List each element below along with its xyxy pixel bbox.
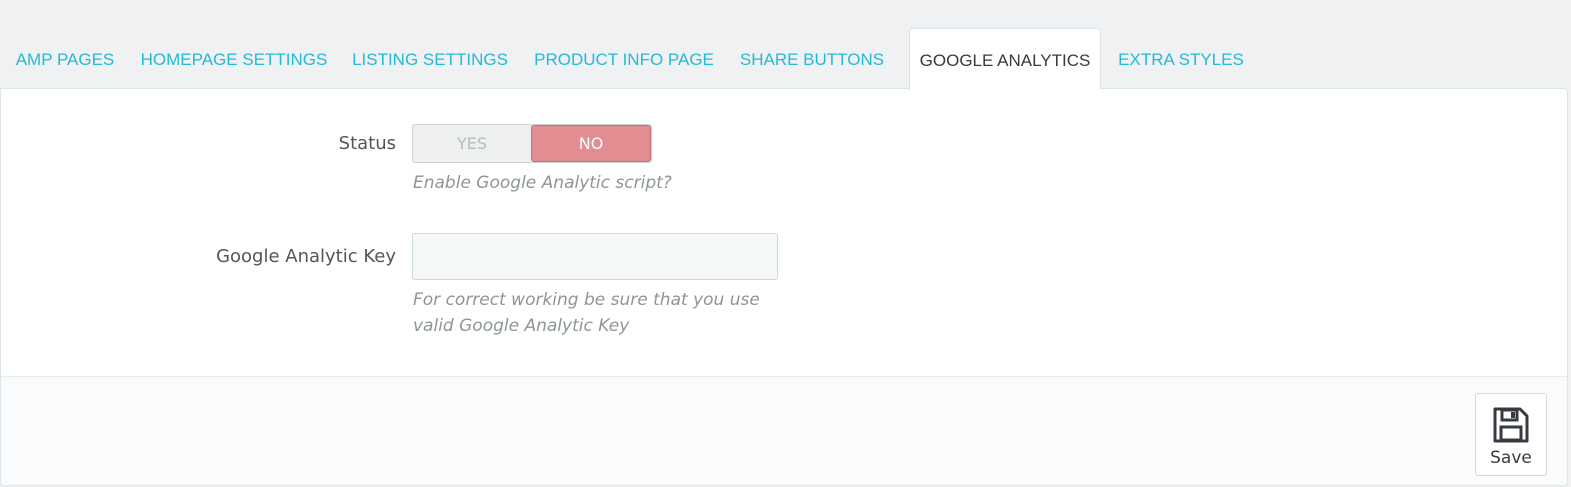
analytic-key-help-text: For correct working be sure that you use… xyxy=(413,290,760,336)
tab-share-buttons[interactable]: SHARE BUTTONS xyxy=(726,28,898,89)
panel-footer: Save xyxy=(1,376,1567,485)
tab-product-info-page[interactable]: PRODUCT INFO PAGE xyxy=(522,28,726,89)
tab-bar: AMP PAGES HOMEPAGE SETTINGS LISTING SETT… xyxy=(0,28,1571,90)
tab-listing-settings[interactable]: LISTING SETTINGS xyxy=(338,28,522,89)
save-button[interactable]: Save xyxy=(1475,393,1547,476)
analytic-key-input[interactable] xyxy=(412,233,778,280)
tab-homepage-settings[interactable]: HOMEPAGE SETTINGS xyxy=(130,28,338,89)
module-config-page: AMP PAGES HOMEPAGE SETTINGS LISTING SETT… xyxy=(0,0,1571,487)
tab-amp-pages[interactable]: AMP PAGES xyxy=(0,28,130,89)
settings-panel: Status YES NO Enable Google Analytic scr… xyxy=(0,88,1568,486)
analytic-key-label: Google Analytic Key xyxy=(216,246,396,267)
status-help-text: Enable Google Analytic script? xyxy=(413,173,672,193)
status-switch[interactable]: YES NO xyxy=(412,124,652,163)
tab-extra-styles[interactable]: EXTRA STYLES xyxy=(1101,28,1261,89)
floppy-disk-icon xyxy=(1493,407,1529,443)
status-no-option[interactable]: NO xyxy=(531,125,651,162)
status-label: Status xyxy=(338,133,396,154)
tab-google-analytics[interactable]: GOOGLE ANALYTICS xyxy=(909,28,1101,90)
status-yes-option[interactable]: YES xyxy=(413,125,531,162)
save-button-label: Save xyxy=(1490,448,1532,468)
